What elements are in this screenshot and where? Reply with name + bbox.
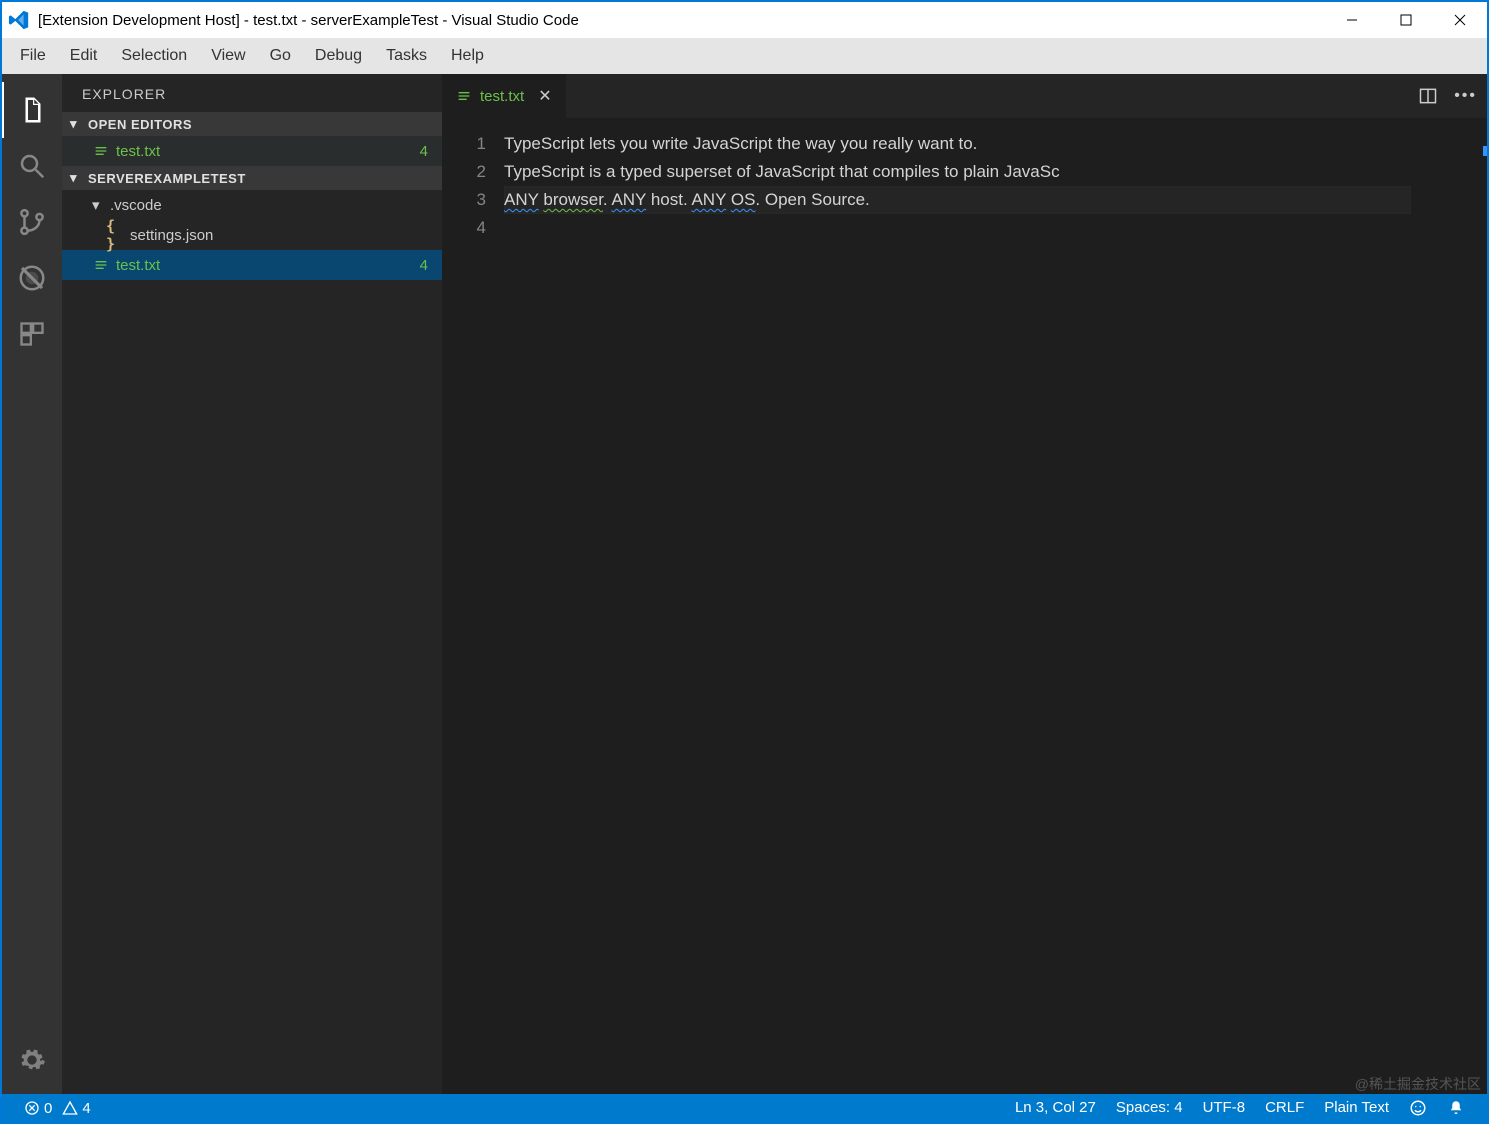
text-file-icon <box>456 88 472 104</box>
code-line[interactable]: TypeScript lets you write JavaScript the… <box>504 130 1411 158</box>
status-language-mode[interactable]: Plain Text <box>1314 1099 1399 1116</box>
source-control-activity-icon[interactable] <box>2 194 62 250</box>
vscode-logo-icon <box>8 9 30 31</box>
minimap[interactable] <box>1417 118 1487 1094</box>
tree-item-name: test.txt <box>116 257 420 274</box>
code-line[interactable]: ANY browser. ANY host. ANY OS. Open Sour… <box>504 186 1411 214</box>
split-editor-icon[interactable] <box>1418 86 1438 106</box>
tree-item-name: .vscode <box>110 197 428 214</box>
watermark-text: @稀土掘金技术社区 <box>1355 1074 1481 1094</box>
titlebar: [Extension Development Host] - test.txt … <box>2 2 1487 38</box>
line-number: 3 <box>442 186 486 214</box>
status-problems[interactable]: 0 4 <box>14 1094 101 1122</box>
feedback-icon[interactable] <box>1399 1099 1437 1117</box>
file-item[interactable]: test.txt4 <box>62 250 442 280</box>
debug-activity-icon[interactable] <box>2 250 62 306</box>
status-eol[interactable]: CRLF <box>1255 1099 1314 1116</box>
line-number-gutter: 1234 <box>442 118 504 1094</box>
workspace-label: SERVEREXAMPLETEST <box>88 171 246 186</box>
open-editor-name: test.txt <box>116 143 420 160</box>
workspace-header[interactable]: ▾ SERVEREXAMPLETEST <box>62 166 442 190</box>
open-editor-item[interactable]: test.txt4 <box>62 136 442 166</box>
code-line[interactable]: TypeScript is a typed superset of JavaSc… <box>504 158 1411 186</box>
status-errors-count: 0 <box>44 1100 52 1117</box>
overview-ruler-mark <box>1483 146 1487 156</box>
menu-selection[interactable]: Selection <box>109 43 199 69</box>
menu-edit[interactable]: Edit <box>58 43 110 69</box>
open-editor-badge: 4 <box>420 143 428 160</box>
editor-tabs: test.txt ✕ ••• <box>442 74 1487 118</box>
open-editors-label: OPEN EDITORS <box>88 117 192 132</box>
code-line[interactable] <box>504 214 1411 242</box>
menu-debug[interactable]: Debug <box>303 43 374 69</box>
menu-tasks[interactable]: Tasks <box>374 43 439 69</box>
more-actions-icon[interactable]: ••• <box>1454 87 1477 105</box>
notifications-icon[interactable] <box>1437 1099 1475 1117</box>
editor-area: test.txt ✕ ••• 1234 TypeScript lets you w… <box>442 74 1487 1094</box>
text-file-icon <box>92 257 110 273</box>
statusbar: 0 4 Ln 3, Col 27 Spaces: 4 UTF-8 CRLF Pl… <box>2 1094 1487 1122</box>
chevron-down-icon: ▾ <box>70 170 84 186</box>
menubar: FileEditSelectionViewGoDebugTasksHelp <box>2 38 1487 74</box>
sidebar-title: EXPLORER <box>62 74 442 112</box>
maximize-button[interactable] <box>1379 2 1433 38</box>
status-indentation[interactable]: Spaces: 4 <box>1106 1099 1193 1116</box>
status-warnings-count: 4 <box>82 1100 90 1117</box>
file-item[interactable]: { } settings.json <box>62 220 442 250</box>
line-number: 1 <box>442 130 486 158</box>
line-number: 2 <box>442 158 486 186</box>
menu-go[interactable]: Go <box>258 43 303 69</box>
chevron-down-icon: ▾ <box>92 196 106 214</box>
menu-view[interactable]: View <box>199 43 257 69</box>
activity-bar <box>2 74 62 1094</box>
search-activity-icon[interactable] <box>2 138 62 194</box>
tab-label: test.txt <box>480 88 524 105</box>
status-encoding[interactable]: UTF-8 <box>1193 1099 1256 1116</box>
extensions-activity-icon[interactable] <box>2 306 62 362</box>
editor-tab[interactable]: test.txt ✕ <box>442 74 567 118</box>
tree-item-badge: 4 <box>420 257 428 274</box>
folder-item[interactable]: ▾.vscode <box>62 190 442 220</box>
text-file-icon <box>92 143 110 159</box>
status-cursor-position[interactable]: Ln 3, Col 27 <box>1005 1099 1106 1116</box>
menu-help[interactable]: Help <box>439 43 496 69</box>
menu-file[interactable]: File <box>8 43 58 69</box>
close-window-button[interactable] <box>1433 2 1487 38</box>
chevron-down-icon: ▾ <box>70 116 84 132</box>
window-title: [Extension Development Host] - test.txt … <box>38 12 1325 29</box>
editor-body[interactable]: 1234 TypeScript lets you write JavaScrip… <box>442 118 1487 1094</box>
window-controls <box>1325 2 1487 38</box>
code-content[interactable]: TypeScript lets you write JavaScript the… <box>504 118 1417 1094</box>
explorer-sidebar: EXPLORER ▾ OPEN EDITORS test.txt4 ▾ SERV… <box>62 74 442 1094</box>
line-number: 4 <box>442 214 486 242</box>
settings-activity-icon[interactable] <box>2 1032 62 1088</box>
tree-item-name: settings.json <box>130 227 428 244</box>
open-editors-header[interactable]: ▾ OPEN EDITORS <box>62 112 442 136</box>
minimize-button[interactable] <box>1325 2 1379 38</box>
explorer-activity-icon[interactable] <box>2 82 62 138</box>
close-tab-icon[interactable]: ✕ <box>538 86 551 106</box>
json-file-icon: { } <box>106 217 124 253</box>
